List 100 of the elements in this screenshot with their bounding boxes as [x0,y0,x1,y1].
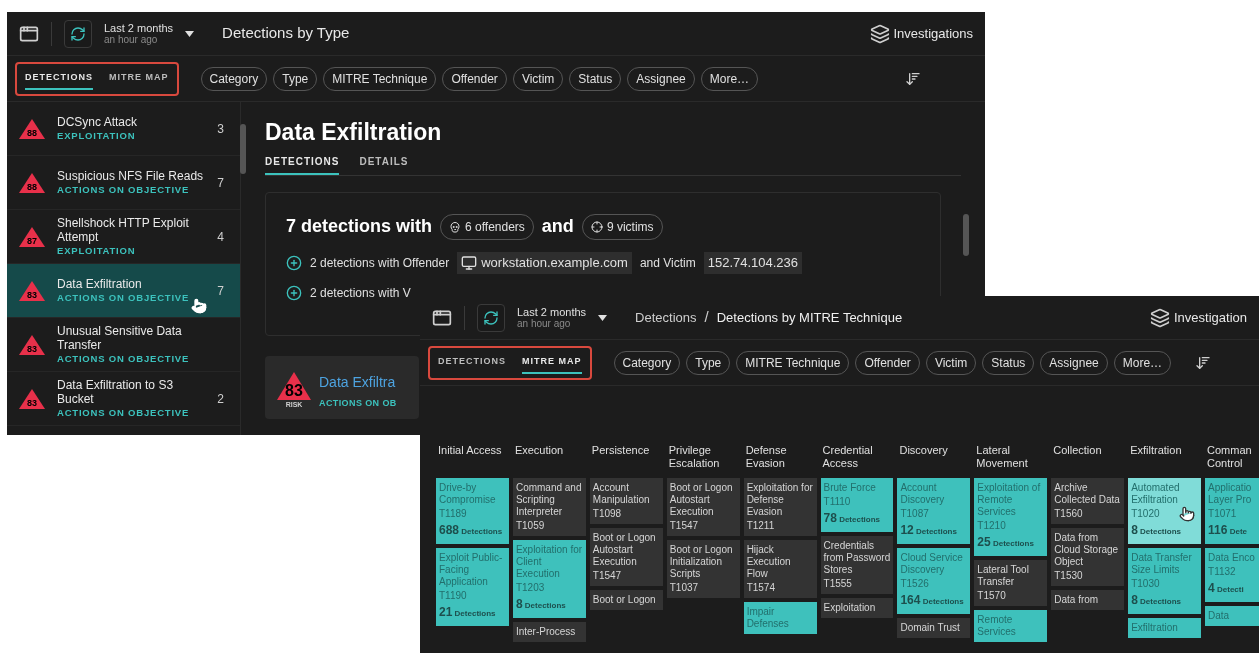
detail-tab[interactable]: DETECTIONS [265,154,340,175]
technique-cell[interactable]: Inter-Process [512,622,586,642]
detection-title-link[interactable]: Data Exfiltra [319,372,397,393]
time-range-label[interactable]: Last 2 months [104,21,174,34]
detection-type-item[interactable]: 83 Data Exfiltration ACTIONS ON OBJECTIVE 7 [7,264,240,318]
hand-cursor-icon [1179,506,1196,522]
refresh-button[interactable] [477,303,505,332]
technique-cell[interactable]: Hijack Execution Flow T1574 [743,540,817,598]
time-range-label[interactable]: Last 2 months [517,305,587,318]
detection-count: 25 Detections [977,534,1034,551]
technique-cell[interactable]: Exploitation of Remote Services T1210 25 Detections [974,478,1048,556]
detection-type-name: Data Exfiltration [57,276,143,291]
tactic-heading: Defense Evasion [744,444,788,471]
view-tab[interactable]: MITRE MAP [109,66,169,91]
sort-icon[interactable] [905,70,921,87]
technique-cell[interactable]: Exploitation for Client Execution T1203 8 Detections [512,540,586,618]
technique-id: T1560 [1054,508,1083,520]
technique-cell[interactable]: Exploitation for Defense Evasion T1211 [743,478,817,536]
summary-heading: 7 detections with [286,215,433,238]
technique-name: Remote Services [977,614,1017,638]
refresh-button[interactable] [64,19,92,48]
risk-badge: 88 [19,118,45,139]
technique-cell[interactable]: Command and Scripting Interpreter T1059 [512,478,586,536]
technique-name: Applicatio Layer Pro [1208,482,1253,506]
tactic-heading: Discovery [898,444,949,458]
technique-cell[interactable]: Drive-by Compromise T1189 688 Detections [436,478,509,544]
tactic-heading: Lateral Movement [975,444,1029,471]
skull-icon [449,220,462,233]
caret-icon[interactable] [185,30,195,37]
technique-name: Boot or Logon Autostart Execution [669,482,734,518]
view-tab[interactable]: DETECTIONS [438,350,506,375]
investigations-link[interactable]: Investigation [1174,307,1247,328]
detection-type-item[interactable]: 83 Data Exfiltration to S3 Bucket ACTIONS ON OBJECTIVE 2 [7,372,240,426]
detection-type-name: Data Exfiltration to S3 Bucket [57,377,175,406]
risk-badge: 83 [277,372,311,400]
technique-cell[interactable]: Data Enco T1132 4 Detecti [1205,548,1259,602]
technique-cell[interactable]: Lateral Tool Transfer T1570 [974,560,1048,606]
view-tab[interactable]: DETECTIONS [25,66,93,91]
group-joiner: and Victim [639,255,696,272]
detection-type-item[interactable]: 88 Suspicious NFS File Reads ACTIONS ON OBJECTIVE 7 [7,156,240,210]
risk-badge: 83 [19,334,45,355]
technique-cell[interactable]: Credentials from Password Stores T1555 [820,536,894,594]
expand-icon[interactable] [286,255,302,271]
detection-count: 4 Detecti [1208,580,1244,597]
view-tab[interactable]: MITRE MAP [522,350,582,375]
detection-count: 116 Dete [1208,522,1247,539]
technique-cell[interactable]: Account Manipulation T1098 [589,478,663,524]
technique-cell[interactable]: Brute Force T1110 78 Detections [820,478,894,532]
expand-icon[interactable] [286,285,302,301]
victim-tag[interactable]: 152.74.104.236 [703,252,803,274]
technique-cell[interactable]: Account Discovery T1087 12 Detections [897,478,971,544]
technique-id: T1574 [746,582,775,594]
technique-name: Exploitation [823,602,877,614]
updated-time: an hour ago [104,33,159,46]
technique-name: Inter-Process [515,626,577,638]
risk-badge: 83 [19,388,45,409]
technique-cell[interactable]: Boot or Logon [589,590,663,610]
technique-cell[interactable]: Exploitation [820,598,894,618]
technique-cell[interactable]: Boot or Logon Autostart Execution T1547 [589,528,663,586]
risk-badge: 87 [19,226,45,247]
sort-icon[interactable] [1195,354,1211,371]
technique-cell[interactable]: Archive Collected Data T1560 [1051,478,1125,524]
technique-cell[interactable]: Data from [1051,590,1125,610]
category-label: ACTIONS ON OBJECTIVE [57,405,190,420]
computer-icon [461,255,478,271]
technique-id: T1570 [977,590,1006,602]
refresh-icon [70,25,86,42]
technique-cell[interactable]: Automated Exfiltration T1020 8 Detections [1128,478,1202,544]
technique-id: T1210 [977,520,1006,532]
technique-id: T1211 [746,520,775,532]
technique-name: Exploitation for Defense Evasion [746,482,814,518]
layers-icon [1150,307,1170,328]
technique-name: Boot or Logon [592,594,657,606]
detection-type-item[interactable]: 83 Unusual Sensitive Data Transfer ACTIONS ON OBJECTIVE [7,318,240,372]
detection-type-name: DCSync Attack [57,114,139,129]
technique-cell[interactable]: Boot or Logon Autostart Execution T1547 [666,478,740,536]
technique-name: Data Transfer Size Limits [1131,552,1193,576]
technique-name: Data from Cloud Storage Object [1054,532,1120,568]
detection-count: 4 [217,228,224,246]
technique-cell[interactable]: Data Transfer Size Limits T1030 8 Detections [1128,548,1202,614]
technique-name: Exploitation of Remote Services [977,482,1042,518]
technique-name: Cloud Service Discovery [900,552,964,576]
technique-cell[interactable]: Applicatio Layer Pro T1071 116 Dete [1205,478,1259,544]
technique-id: T1530 [1054,570,1083,582]
updated-time: an hour ago [517,317,572,330]
category-label: ACTIONS ON OB [319,397,397,410]
technique-cell[interactable]: Boot or Logon Initialization Scripts T1037 [666,540,740,598]
detection-type-item[interactable]: 88 DCSync Attack EXPLOITATION 3 [7,102,240,156]
technique-cell[interactable]: Exploit Public-Facing Application T1190 21 Detections [436,548,509,626]
technique-name: Drive-by Compromise [439,482,497,506]
technique-cell[interactable]: Cloud Service Discovery T1526 164 Detections [897,548,971,614]
technique-cell[interactable]: Domain Trust [897,618,971,638]
detection-count: 78 Detections [823,510,881,527]
breadcrumb-separator: / [704,307,709,328]
offender-tag[interactable]: workstation.example.com [457,252,632,274]
breadcrumb-item[interactable]: Detections [635,307,697,328]
technique-cell[interactable]: Data from Cloud Storage Object T1530 [1051,528,1125,586]
detail-tab[interactable]: DETAILS [359,154,409,175]
investigations-link[interactable]: Investigations [893,23,973,44]
caret-icon[interactable] [598,314,608,321]
